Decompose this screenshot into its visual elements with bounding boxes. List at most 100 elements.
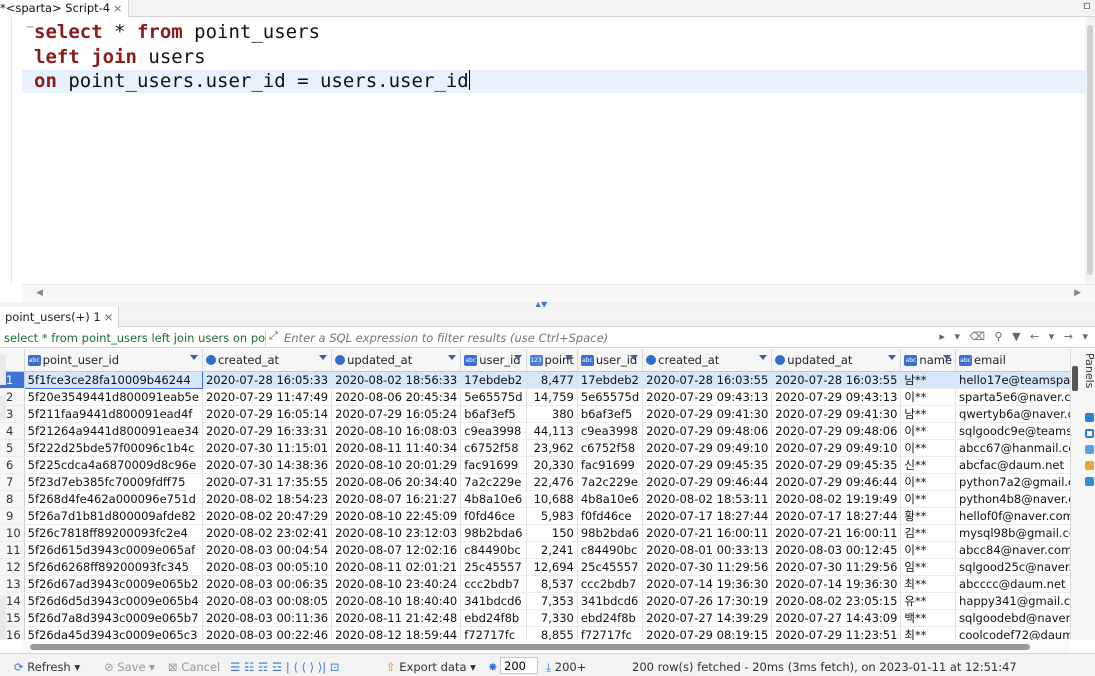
table-cell[interactable]: 2020-07-29 09:43:13 bbox=[642, 388, 773, 406]
table-cell[interactable]: 2020-08-02 19:19:49 bbox=[771, 490, 902, 508]
table-row[interactable]: 6 5f225cdca4a6870009d8c96e 2020-07-30 14:3… bbox=[0, 456, 1070, 474]
table-cell[interactable]: 5f20e3549441d800091eab5e bbox=[24, 388, 203, 406]
save-button[interactable]: ⊘ Save ▾ bbox=[104, 660, 155, 674]
table-cell[interactable]: 2020-07-29 09:43:13 bbox=[771, 388, 902, 406]
sort-dropdown-icon[interactable] bbox=[189, 355, 198, 360]
table-cell[interactable]: 신** bbox=[900, 456, 957, 474]
table-cell[interactable]: 2020-08-10 23:12:03 bbox=[331, 524, 462, 542]
table-cell[interactable]: abcfac@daum.net bbox=[955, 456, 1070, 474]
table-cell[interactable]: 2020-07-29 09:48:06 bbox=[642, 422, 773, 440]
table-cell[interactable]: 남** bbox=[900, 371, 957, 389]
table-cell[interactable]: 10,688 bbox=[526, 490, 578, 508]
table-cell[interactable]: 2020-08-02 18:54:23 bbox=[202, 490, 333, 508]
table-cell[interactable]: hellof0f@naver.com bbox=[955, 507, 1070, 525]
scroll-left-icon[interactable]: ◀ bbox=[36, 288, 43, 298]
table-row[interactable]: 7 5f23d7eb385fc70009fdff75 2020-07-31 17:3… bbox=[0, 473, 1070, 491]
table-cell[interactable]: 2020-07-30 11:15:01 bbox=[202, 439, 333, 457]
table-cell[interactable]: 임** bbox=[900, 558, 957, 576]
table-row[interactable]: 9 5f26a7d1b81d800009afde82 2020-08-02 20:4… bbox=[0, 507, 1070, 525]
table-cell[interactable]: c9ea3998 bbox=[460, 422, 527, 440]
table-cell[interactable]: 4b8a10e6 bbox=[577, 490, 644, 508]
table-cell[interactable]: 2020-07-28 16:03:55 bbox=[771, 371, 902, 389]
table-cell[interactable]: 2020-08-03 00:11:36 bbox=[202, 609, 333, 627]
table-cell[interactable]: 남** bbox=[900, 405, 957, 423]
cancel-button[interactable]: ⊠ Cancel bbox=[168, 660, 220, 674]
table-cell[interactable]: sqlgoodebd@naver.com bbox=[955, 609, 1070, 627]
table-cell[interactable]: 2020-08-03 00:22:46 bbox=[202, 626, 333, 640]
table-cell[interactable]: 25c45557 bbox=[460, 558, 527, 576]
table-cell[interactable]: 2020-08-01 00:33:13 bbox=[642, 541, 773, 559]
table-row[interactable]: 15 5f26d7a8d3943c0009e065b7 2020-08-03 00:… bbox=[0, 609, 1070, 627]
column-header-updated-at[interactable]: updated_at bbox=[771, 349, 902, 372]
table-cell[interactable]: python7a2@gmail.com bbox=[955, 473, 1070, 491]
table-cell[interactable]: 7a2c229e bbox=[460, 473, 527, 491]
table-cell[interactable]: 5e65575d bbox=[460, 388, 527, 406]
column-header-email[interactable]: abc email bbox=[955, 349, 1070, 372]
table-cell[interactable]: 2020-08-02 18:53:11 bbox=[642, 490, 773, 508]
table-cell[interactable]: ebd24f8b bbox=[460, 609, 527, 627]
image-icon[interactable] bbox=[1085, 445, 1094, 454]
table-cell[interactable]: 2020-08-03 00:06:35 bbox=[202, 575, 333, 593]
table-cell[interactable]: 2020-07-27 14:39:29 bbox=[642, 609, 773, 627]
grid-horizontal-scrollbar[interactable] bbox=[22, 641, 1070, 653]
sort-dropdown-icon[interactable] bbox=[630, 355, 639, 360]
table-cell[interactable]: 23,962 bbox=[526, 439, 578, 457]
table-cell[interactable]: 341bdcd6 bbox=[460, 592, 527, 610]
table-cell[interactable]: 황** bbox=[900, 507, 957, 525]
table-cell[interactable]: 2020-08-10 20:01:29 bbox=[331, 456, 462, 474]
editor-vertical-scrollbar[interactable] bbox=[1085, 17, 1095, 284]
table-cell[interactable]: 5f26d6d5d3943c0009e065b4 bbox=[24, 592, 203, 610]
table-cell[interactable]: 2020-07-30 11:29:56 bbox=[771, 558, 902, 576]
row-number[interactable]: 10 bbox=[0, 524, 25, 542]
table-cell[interactable]: 98b2bda6 bbox=[577, 524, 644, 542]
table-cell[interactable]: f0fd46ce bbox=[577, 507, 644, 525]
table-cell[interactable]: happy341@gmail.com bbox=[955, 592, 1070, 610]
table-cell[interactable]: 44,113 bbox=[526, 422, 578, 440]
table-cell[interactable]: 이** bbox=[900, 490, 957, 508]
table-row[interactable]: 4 5f21264a9441d800091eae34 2020-07-29 16:3… bbox=[0, 422, 1070, 440]
table-cell[interactable]: 2020-07-29 09:46:44 bbox=[642, 473, 773, 491]
table-cell[interactable]: 2020-08-10 23:40:24 bbox=[331, 575, 462, 593]
column-header-point[interactable]: 123 point bbox=[526, 349, 578, 372]
tab-script-4[interactable]: *<sparta> Script-4 × bbox=[0, 0, 130, 17]
table-row[interactable]: 12 5f26d6268ff89200093fc345 2020-08-03 00:… bbox=[0, 558, 1070, 576]
minimize-icon[interactable]: ▫ bbox=[1083, 0, 1091, 12]
table-cell[interactable]: hello17e@teamsparta.co bbox=[955, 371, 1070, 389]
grid-side-tab[interactable] bbox=[0, 355, 6, 385]
sort-dropdown-icon[interactable] bbox=[564, 355, 573, 360]
table-cell[interactable]: 2020-07-28 16:05:33 bbox=[202, 371, 333, 389]
row-number[interactable]: 13 bbox=[0, 575, 25, 593]
table-cell[interactable]: 2020-07-28 16:03:55 bbox=[642, 371, 773, 389]
table-row[interactable]: 16 5f26da45d3943c0009e065c3 2020-08-03 00:… bbox=[0, 626, 1070, 640]
table-cell[interactable]: ebd24f8b bbox=[577, 609, 644, 627]
table-cell[interactable]: 14,759 bbox=[526, 388, 578, 406]
table-cell[interactable]: 2020-08-03 00:12:45 bbox=[771, 541, 902, 559]
table-cell[interactable]: 백** bbox=[900, 609, 957, 627]
table-cell[interactable]: 17ebdeb2 bbox=[577, 371, 644, 389]
table-cell[interactable]: 2020-07-29 09:41:30 bbox=[771, 405, 902, 423]
grid-scroll-thumb[interactable] bbox=[1072, 366, 1078, 391]
table-cell[interactable]: 이** bbox=[900, 439, 957, 457]
table-cell[interactable]: 20,330 bbox=[526, 456, 578, 474]
table-cell[interactable]: c6752f58 bbox=[577, 439, 644, 457]
editor-horizontal-scrollbar[interactable]: ◀ ▶ bbox=[22, 284, 1095, 302]
table-cell[interactable]: 5f26c7818ff89200093fc2e4 bbox=[24, 524, 203, 542]
scroll-thumb[interactable] bbox=[30, 644, 1030, 650]
table-cell[interactable]: 5f26da45d3943c0009e065c3 bbox=[24, 626, 203, 640]
row-number[interactable]: 12 bbox=[0, 558, 25, 576]
table-cell[interactable]: 2020-07-21 16:00:11 bbox=[642, 524, 773, 542]
table-cell[interactable]: 2020-07-31 17:35:55 bbox=[202, 473, 333, 491]
table-cell[interactable]: b6af3ef5 bbox=[460, 405, 527, 423]
table-cell[interactable]: 2020-07-29 09:49:10 bbox=[771, 439, 902, 457]
table-cell[interactable]: 17ebdeb2 bbox=[460, 371, 527, 389]
table-cell[interactable]: 2020-08-10 22:45:09 bbox=[331, 507, 462, 525]
table-cell[interactable]: mysql98b@gmail.com bbox=[955, 524, 1070, 542]
table-cell[interactable]: fac91699 bbox=[577, 456, 644, 474]
table-cell[interactable]: 5,983 bbox=[526, 507, 578, 525]
table-row[interactable]: 14 5f26d6d5d3943c0009e065b4 2020-08-03 00:… bbox=[0, 592, 1070, 610]
table-row[interactable]: 11 5f26d615d3943c0009e065af 2020-08-03 00:… bbox=[0, 541, 1070, 559]
sort-dropdown-icon[interactable] bbox=[448, 355, 457, 360]
table-cell[interactable]: 5f26a7d1b81d800009afde82 bbox=[24, 507, 203, 525]
table-cell[interactable]: sqlgood25c@naver.com bbox=[955, 558, 1070, 576]
table-cell[interactable]: 2020-07-17 18:27:44 bbox=[771, 507, 902, 525]
